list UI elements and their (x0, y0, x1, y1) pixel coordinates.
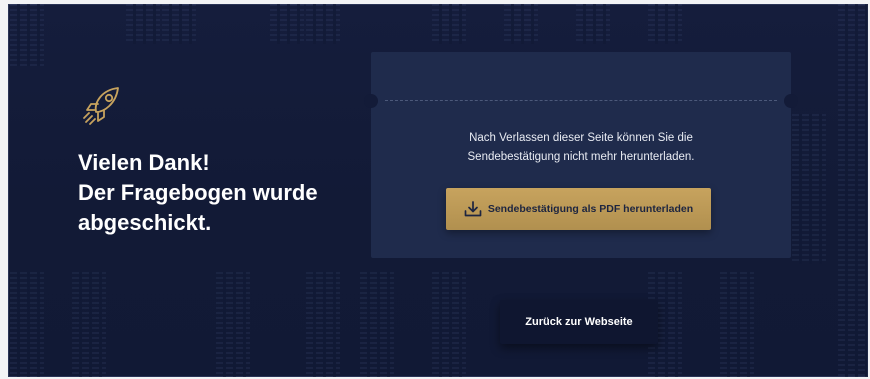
background-pattern (10, 272, 44, 377)
background-pattern (306, 4, 340, 44)
confirmation-panel: Vielen Dank! Der Fragebogen wurde abgesc… (8, 4, 868, 377)
background-pattern (216, 272, 250, 377)
background-pattern (306, 272, 340, 377)
download-notice: Nach Verlassen dieser Seite können Sie d… (401, 129, 761, 167)
ticket-notch-right (784, 94, 798, 108)
background-pattern (720, 272, 754, 377)
background-pattern (504, 4, 538, 44)
background-pattern (432, 272, 466, 377)
headline-line: Vielen Dank! (78, 150, 210, 175)
confirmation-headline: Vielen Dank! Der Fragebogen wurde abgesc… (78, 148, 378, 238)
back-to-website-button[interactable]: Zurück zur Webseite (500, 300, 658, 344)
background-pattern (576, 4, 610, 44)
background-pattern (838, 4, 868, 377)
ticket-divider (385, 100, 777, 101)
download-pdf-button[interactable]: Sendebestätigung als PDF herunterladen (446, 188, 711, 230)
background-pattern (72, 272, 106, 377)
notice-line: Nach Verlassen dieser Seite können Sie d… (469, 132, 693, 144)
headline-line: abgeschickt. (78, 210, 212, 235)
background-pattern (126, 4, 160, 44)
ticket-notch-left (364, 94, 378, 108)
background-pattern (360, 272, 394, 377)
background-pattern (10, 4, 44, 66)
background-pattern (432, 4, 466, 44)
download-ticket-card: Nach Verlassen dieser Seite können Sie d… (364, 52, 798, 258)
background-pattern (792, 114, 826, 264)
headline-line: Der Fragebogen wurde (78, 180, 318, 205)
background-pattern (162, 4, 196, 44)
background-pattern (270, 4, 304, 44)
notice-line: Sendebestätigung nicht mehr herunterlade… (467, 151, 695, 163)
download-pdf-label: Sendebestätigung als PDF herunterladen (487, 203, 694, 215)
rocket-icon (78, 80, 128, 130)
download-icon (464, 201, 482, 217)
background-pattern (648, 4, 682, 44)
